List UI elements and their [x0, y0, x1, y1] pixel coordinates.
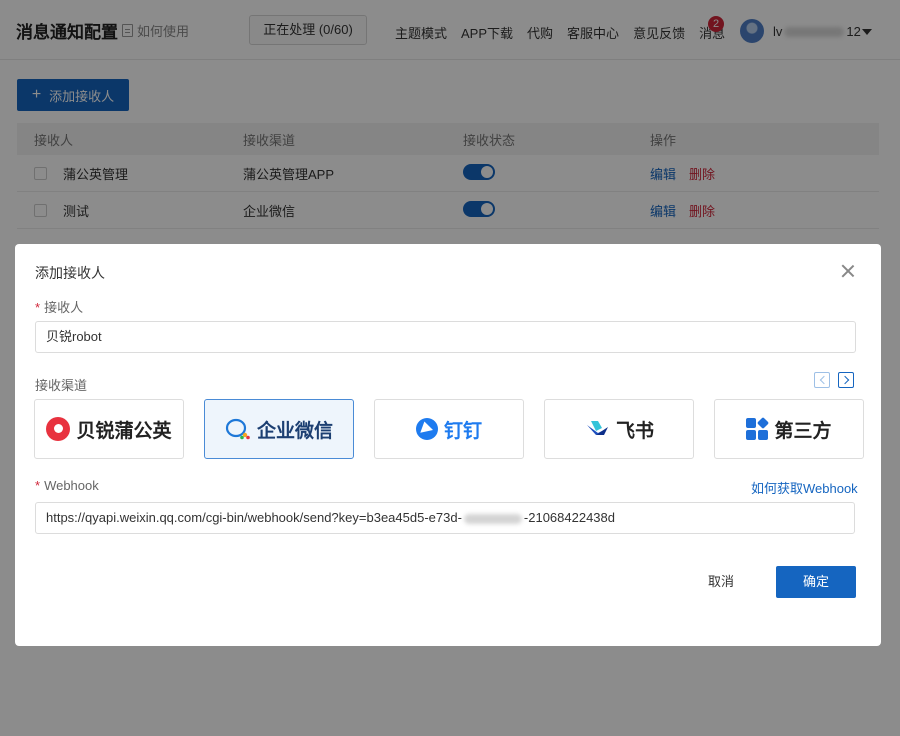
receiver-label-text: 接收人: [44, 300, 84, 315]
dingtalk-icon: [415, 418, 438, 440]
channel-option-third-party[interactable]: 第三方: [714, 399, 864, 459]
third-party-icon: [746, 416, 770, 440]
required-marker: *: [35, 478, 41, 493]
channel-label: 钉钉: [443, 420, 482, 442]
beirui-icon: [46, 417, 71, 441]
channel-option-dingtalk[interactable]: 钉钉: [374, 399, 524, 459]
channel-label: 贝锐蒲公英: [76, 420, 172, 442]
channel-option-feishu[interactable]: 飞书: [544, 399, 694, 459]
webhook-url-suffix: -21068422438d: [523, 510, 615, 525]
webhook-label-text: Webhook: [44, 478, 99, 493]
receiver-input[interactable]: 贝锐robot: [35, 321, 856, 353]
webhook-redacted: [463, 513, 522, 524]
webhook-input[interactable]: https://qyapi.weixin.qq.com/cgi-bin/webh…: [35, 502, 855, 534]
channel-label: 飞书: [615, 420, 654, 442]
webhook-url-prefix: https://qyapi.weixin.qq.com/cgi-bin/webh…: [46, 510, 462, 525]
chevron-left-icon[interactable]: [814, 372, 830, 388]
feishu-icon: [586, 421, 608, 435]
chevron-right-icon[interactable]: [838, 372, 854, 388]
close-icon[interactable]: [841, 264, 855, 278]
wechat-work-icon: [225, 418, 250, 440]
required-marker: *: [35, 300, 41, 315]
channel-option-wechat-work[interactable]: 企业微信: [204, 399, 354, 459]
cancel-button[interactable]: 取消: [691, 566, 751, 598]
webhook-field-label: * Webhook: [35, 478, 99, 493]
add-receiver-dialog: 添加接收人 * 接收人 贝锐robot 接收渠道 贝锐蒲公英 企业微信 钉钉 飞…: [15, 244, 881, 646]
confirm-button[interactable]: 确定: [776, 566, 856, 598]
channel-options: 贝锐蒲公英 企业微信 钉钉 飞书 第三方: [34, 399, 864, 459]
channel-label: 企业微信: [256, 420, 333, 442]
channel-label: 第三方: [774, 420, 832, 442]
receiver-field-label: * 接收人: [35, 297, 83, 316]
dialog-title: 添加接收人: [35, 265, 105, 281]
channel-option-beirui[interactable]: 贝锐蒲公英: [34, 399, 184, 459]
channel-field-label: 接收渠道: [35, 378, 88, 393]
webhook-help-link[interactable]: 如何获取Webhook: [751, 478, 858, 497]
